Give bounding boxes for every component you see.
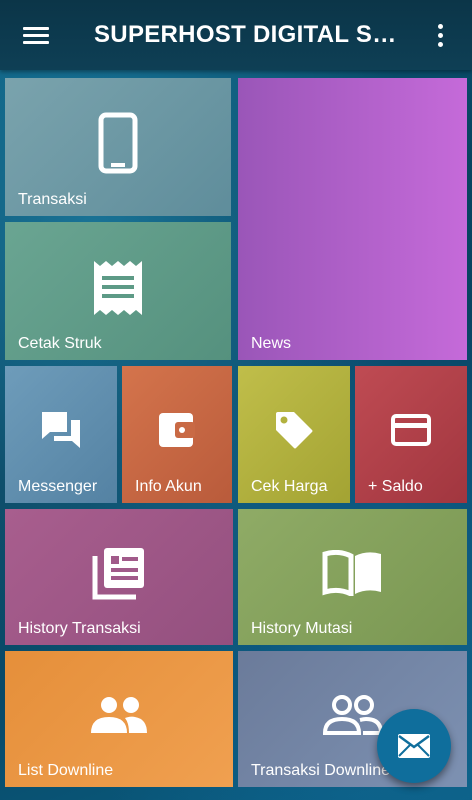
tile-label: News bbox=[251, 335, 292, 352]
tile-label: Cetak Struk bbox=[18, 335, 102, 352]
tile-history-mutasi[interactable]: History Mutasi bbox=[238, 509, 467, 645]
open-book-icon bbox=[322, 550, 381, 596]
app-title: SUPERHOST DIGITAL SY... bbox=[94, 21, 407, 48]
receipt-icon bbox=[94, 261, 142, 315]
mail-icon bbox=[398, 734, 430, 758]
tile-cetak-struk[interactable]: Cetak Struk bbox=[5, 222, 231, 360]
credit-card-icon bbox=[391, 414, 431, 446]
app-bar: SUPERHOST DIGITAL SY... bbox=[0, 0, 472, 70]
tile-info-akun[interactable]: Info Akun bbox=[122, 366, 232, 503]
price-tag-icon bbox=[276, 412, 313, 449]
tile-news[interactable]: News bbox=[238, 78, 467, 360]
tile-label: Info Akun bbox=[135, 478, 202, 495]
tile-label: Cek Harga bbox=[251, 478, 328, 495]
tile-history-transaksi[interactable]: History Transaksi bbox=[5, 509, 233, 645]
tile-label: Transaksi Downline bbox=[251, 762, 391, 779]
tile-label: Transaksi bbox=[18, 191, 87, 208]
tile-cek-harga[interactable]: Cek Harga bbox=[238, 366, 350, 503]
tile-label: + Saldo bbox=[368, 478, 423, 495]
tile-label: Messenger bbox=[18, 478, 98, 495]
chat-icon bbox=[42, 412, 80, 448]
tile-transaksi[interactable]: Transaksi bbox=[5, 78, 231, 216]
group-outline-icon bbox=[322, 695, 383, 735]
more-vertical-icon bbox=[437, 23, 443, 29]
wallet-icon bbox=[159, 413, 195, 447]
tile-saldo[interactable]: + Saldo bbox=[355, 366, 467, 503]
tile-list-downline[interactable]: List Downline bbox=[5, 651, 233, 787]
more-options-button[interactable] bbox=[412, 0, 468, 70]
hamburger-menu-icon bbox=[23, 23, 49, 48]
tile-label: List Downline bbox=[18, 762, 114, 779]
fab-mail-button[interactable] bbox=[377, 709, 451, 783]
tile-messenger[interactable]: Messenger bbox=[5, 366, 117, 503]
tile-label: History Transaksi bbox=[18, 620, 141, 637]
menu-button[interactable] bbox=[0, 0, 72, 70]
tile-label: History Mutasi bbox=[251, 620, 353, 637]
group-icon bbox=[91, 697, 147, 733]
document-list-icon bbox=[92, 548, 144, 600]
phone-icon bbox=[98, 112, 138, 174]
